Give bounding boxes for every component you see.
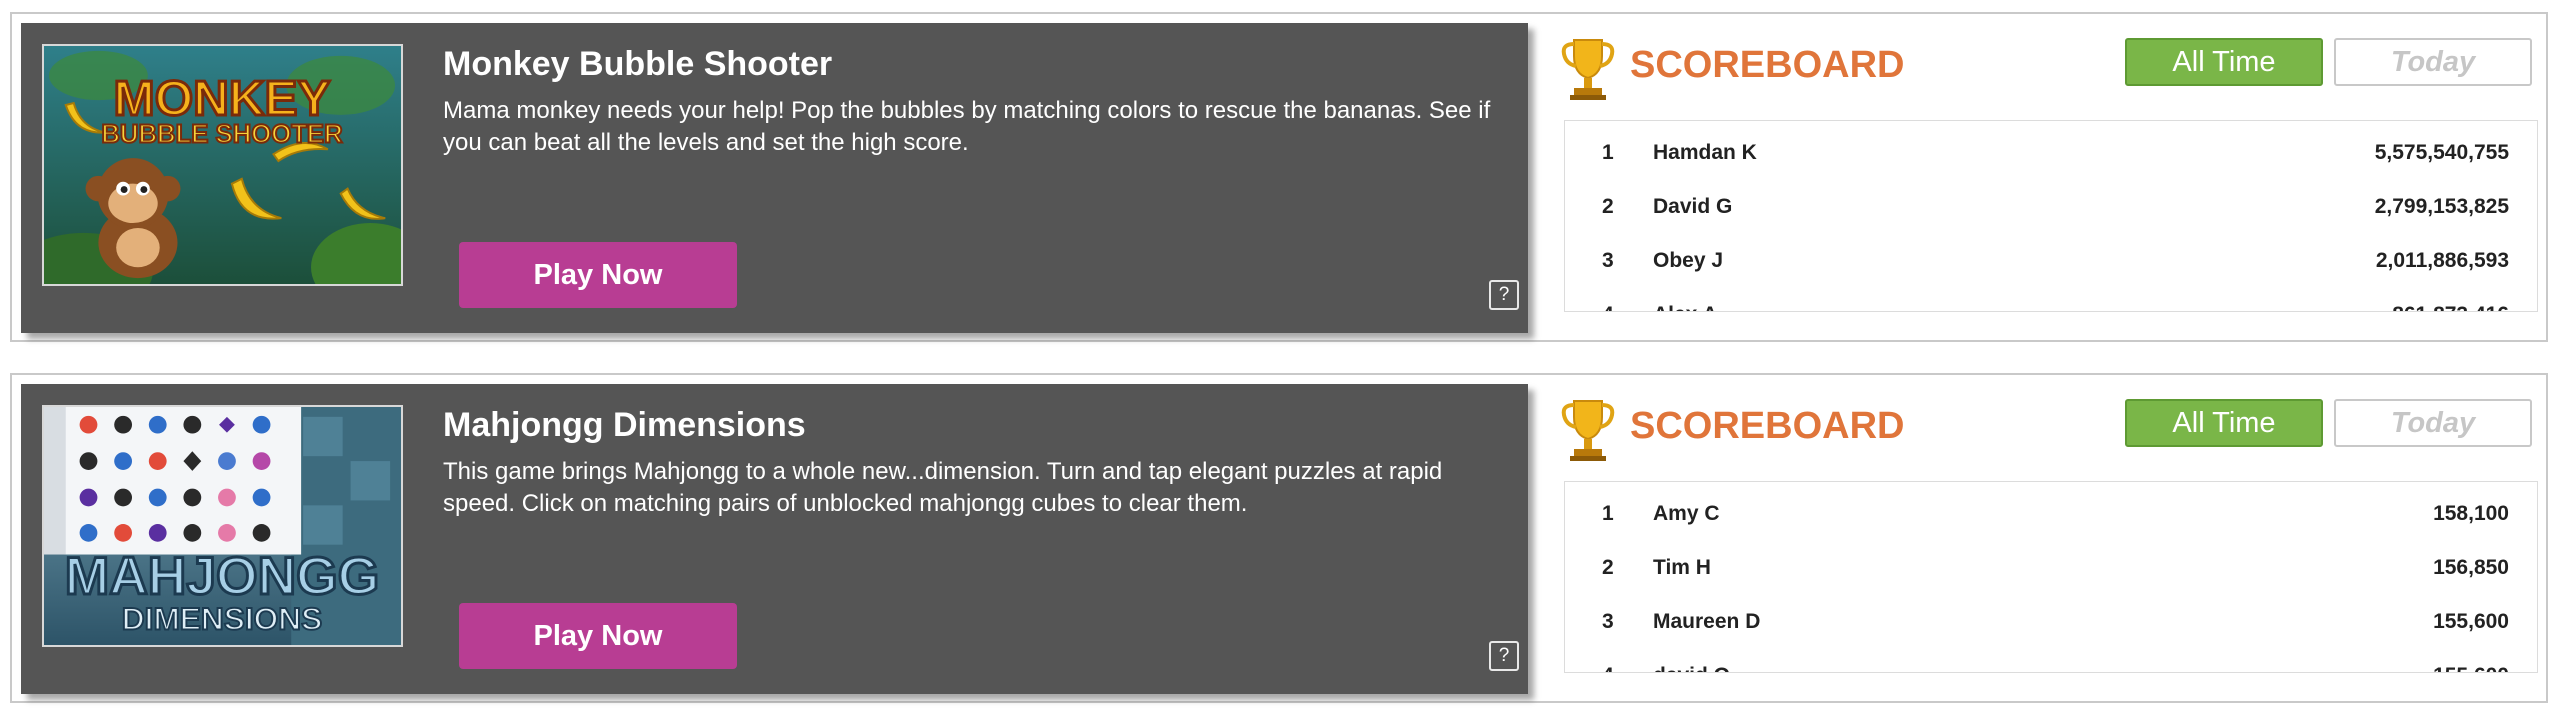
game-info-panel: MAHJONGG DIMENSIONS Mahjongg Dimensions … (21, 384, 1528, 694)
svg-text:MONKEY: MONKEY (114, 71, 331, 126)
game-title: Monkey Bubble Shooter (443, 45, 833, 83)
game-thumbnail[interactable]: MAHJONGG DIMENSIONS (42, 405, 403, 647)
play-now-button[interactable]: Play Now (459, 603, 737, 669)
game-info-panel: MONKEY BUBBLE SHOOTER Monkey Bubble Shoo… (21, 23, 1528, 333)
player-name: Tim H (1653, 556, 1711, 579)
player-score: 158,100 (2433, 502, 2509, 525)
game-title: Mahjongg Dimensions (443, 406, 806, 444)
tab-all-time[interactable]: All Time (2125, 399, 2323, 447)
player-score: 2,011,886,593 (2375, 249, 2509, 272)
score-rank: 3 (1602, 249, 1614, 272)
game-card-monkey-bubble-shooter: MONKEY BUBBLE SHOOTER Monkey Bubble Shoo… (10, 12, 2548, 342)
score-rank: 3 (1602, 610, 1614, 633)
svg-text:MAHJONGG: MAHJONGG (65, 547, 379, 606)
scoreboard-title: SCOREBOARD (1630, 405, 1905, 447)
player-score: 2,799,153,825 (2374, 195, 2509, 218)
score-row: 2 David G 2,799,153,825 (1565, 181, 2537, 235)
score-row: 1 Hamdan K 5,575,540,755 (1565, 127, 2537, 181)
trophy-icon (1561, 39, 1615, 100)
score-row: 2 Tim H 156,850 (1565, 542, 2537, 596)
scoreboard: SCOREBOARD All Time Today 1 Amy C 158,10… (1552, 375, 2546, 701)
score-rank: 4 (1602, 303, 1614, 311)
player-score: 155,600 (2433, 664, 2509, 672)
game-thumbnail[interactable]: MONKEY BUBBLE SHOOTER (42, 44, 403, 286)
score-list[interactable]: 1 Amy C 158,100 2 Tim H 156,850 3 Mauree… (1564, 481, 2538, 673)
scoreboard-title: SCOREBOARD (1630, 44, 1905, 86)
score-rank: 1 (1602, 502, 1614, 525)
score-rank: 1 (1602, 141, 1614, 164)
trophy-icon (1561, 400, 1615, 461)
score-list[interactable]: 1 Hamdan K 5,575,540,755 2 David G 2,799… (1564, 120, 2538, 312)
player-name: Maureen D (1653, 610, 1761, 633)
player-score: 5,575,540,755 (2374, 141, 2509, 164)
help-button[interactable]: ? (1489, 641, 1519, 671)
play-now-button[interactable]: Play Now (459, 242, 737, 308)
score-row: 3 Maureen D 155,600 (1565, 596, 2537, 650)
player-score: 156,850 (2433, 556, 2509, 579)
help-button[interactable]: ? (1489, 280, 1519, 310)
score-rank: 2 (1602, 556, 1614, 579)
score-row: 3 Obey J 2,011,886,593 (1565, 235, 2537, 289)
score-row: 4 david O 155,600 (1565, 650, 2537, 672)
player-name: David G (1653, 195, 1733, 218)
score-rank: 4 (1602, 664, 1614, 672)
score-row: 1 Amy C 158,100 (1565, 488, 2537, 542)
scoreboard: SCOREBOARD All Time Today 1 Hamdan K 5,5… (1552, 14, 2546, 340)
player-score: 861,873,416 (2392, 303, 2509, 311)
svg-text:DIMENSIONS: DIMENSIONS (122, 600, 322, 636)
player-name: david O (1653, 664, 1730, 672)
score-row: 4 Alex A 861,873,416 (1565, 289, 2537, 311)
score-rank: 2 (1602, 195, 1614, 218)
player-name: Amy C (1653, 502, 1720, 525)
game-description: Mama monkey needs your help! Pop the bub… (443, 97, 1491, 156)
player-score: 155,600 (2433, 610, 2509, 633)
tab-today[interactable]: Today (2334, 399, 2532, 447)
tab-all-time[interactable]: All Time (2125, 38, 2323, 86)
player-name: Hamdan K (1653, 141, 1757, 164)
svg-text:BUBBLE SHOOTER: BUBBLE SHOOTER (101, 120, 342, 148)
game-card-mahjongg-dimensions: MAHJONGG DIMENSIONS Mahjongg Dimensions … (10, 373, 2548, 703)
player-name: Obey J (1653, 249, 1724, 272)
game-description: This game brings Mahjongg to a whole new… (443, 458, 1443, 517)
player-name: Alex A (1653, 303, 1718, 311)
tab-today[interactable]: Today (2334, 38, 2532, 86)
